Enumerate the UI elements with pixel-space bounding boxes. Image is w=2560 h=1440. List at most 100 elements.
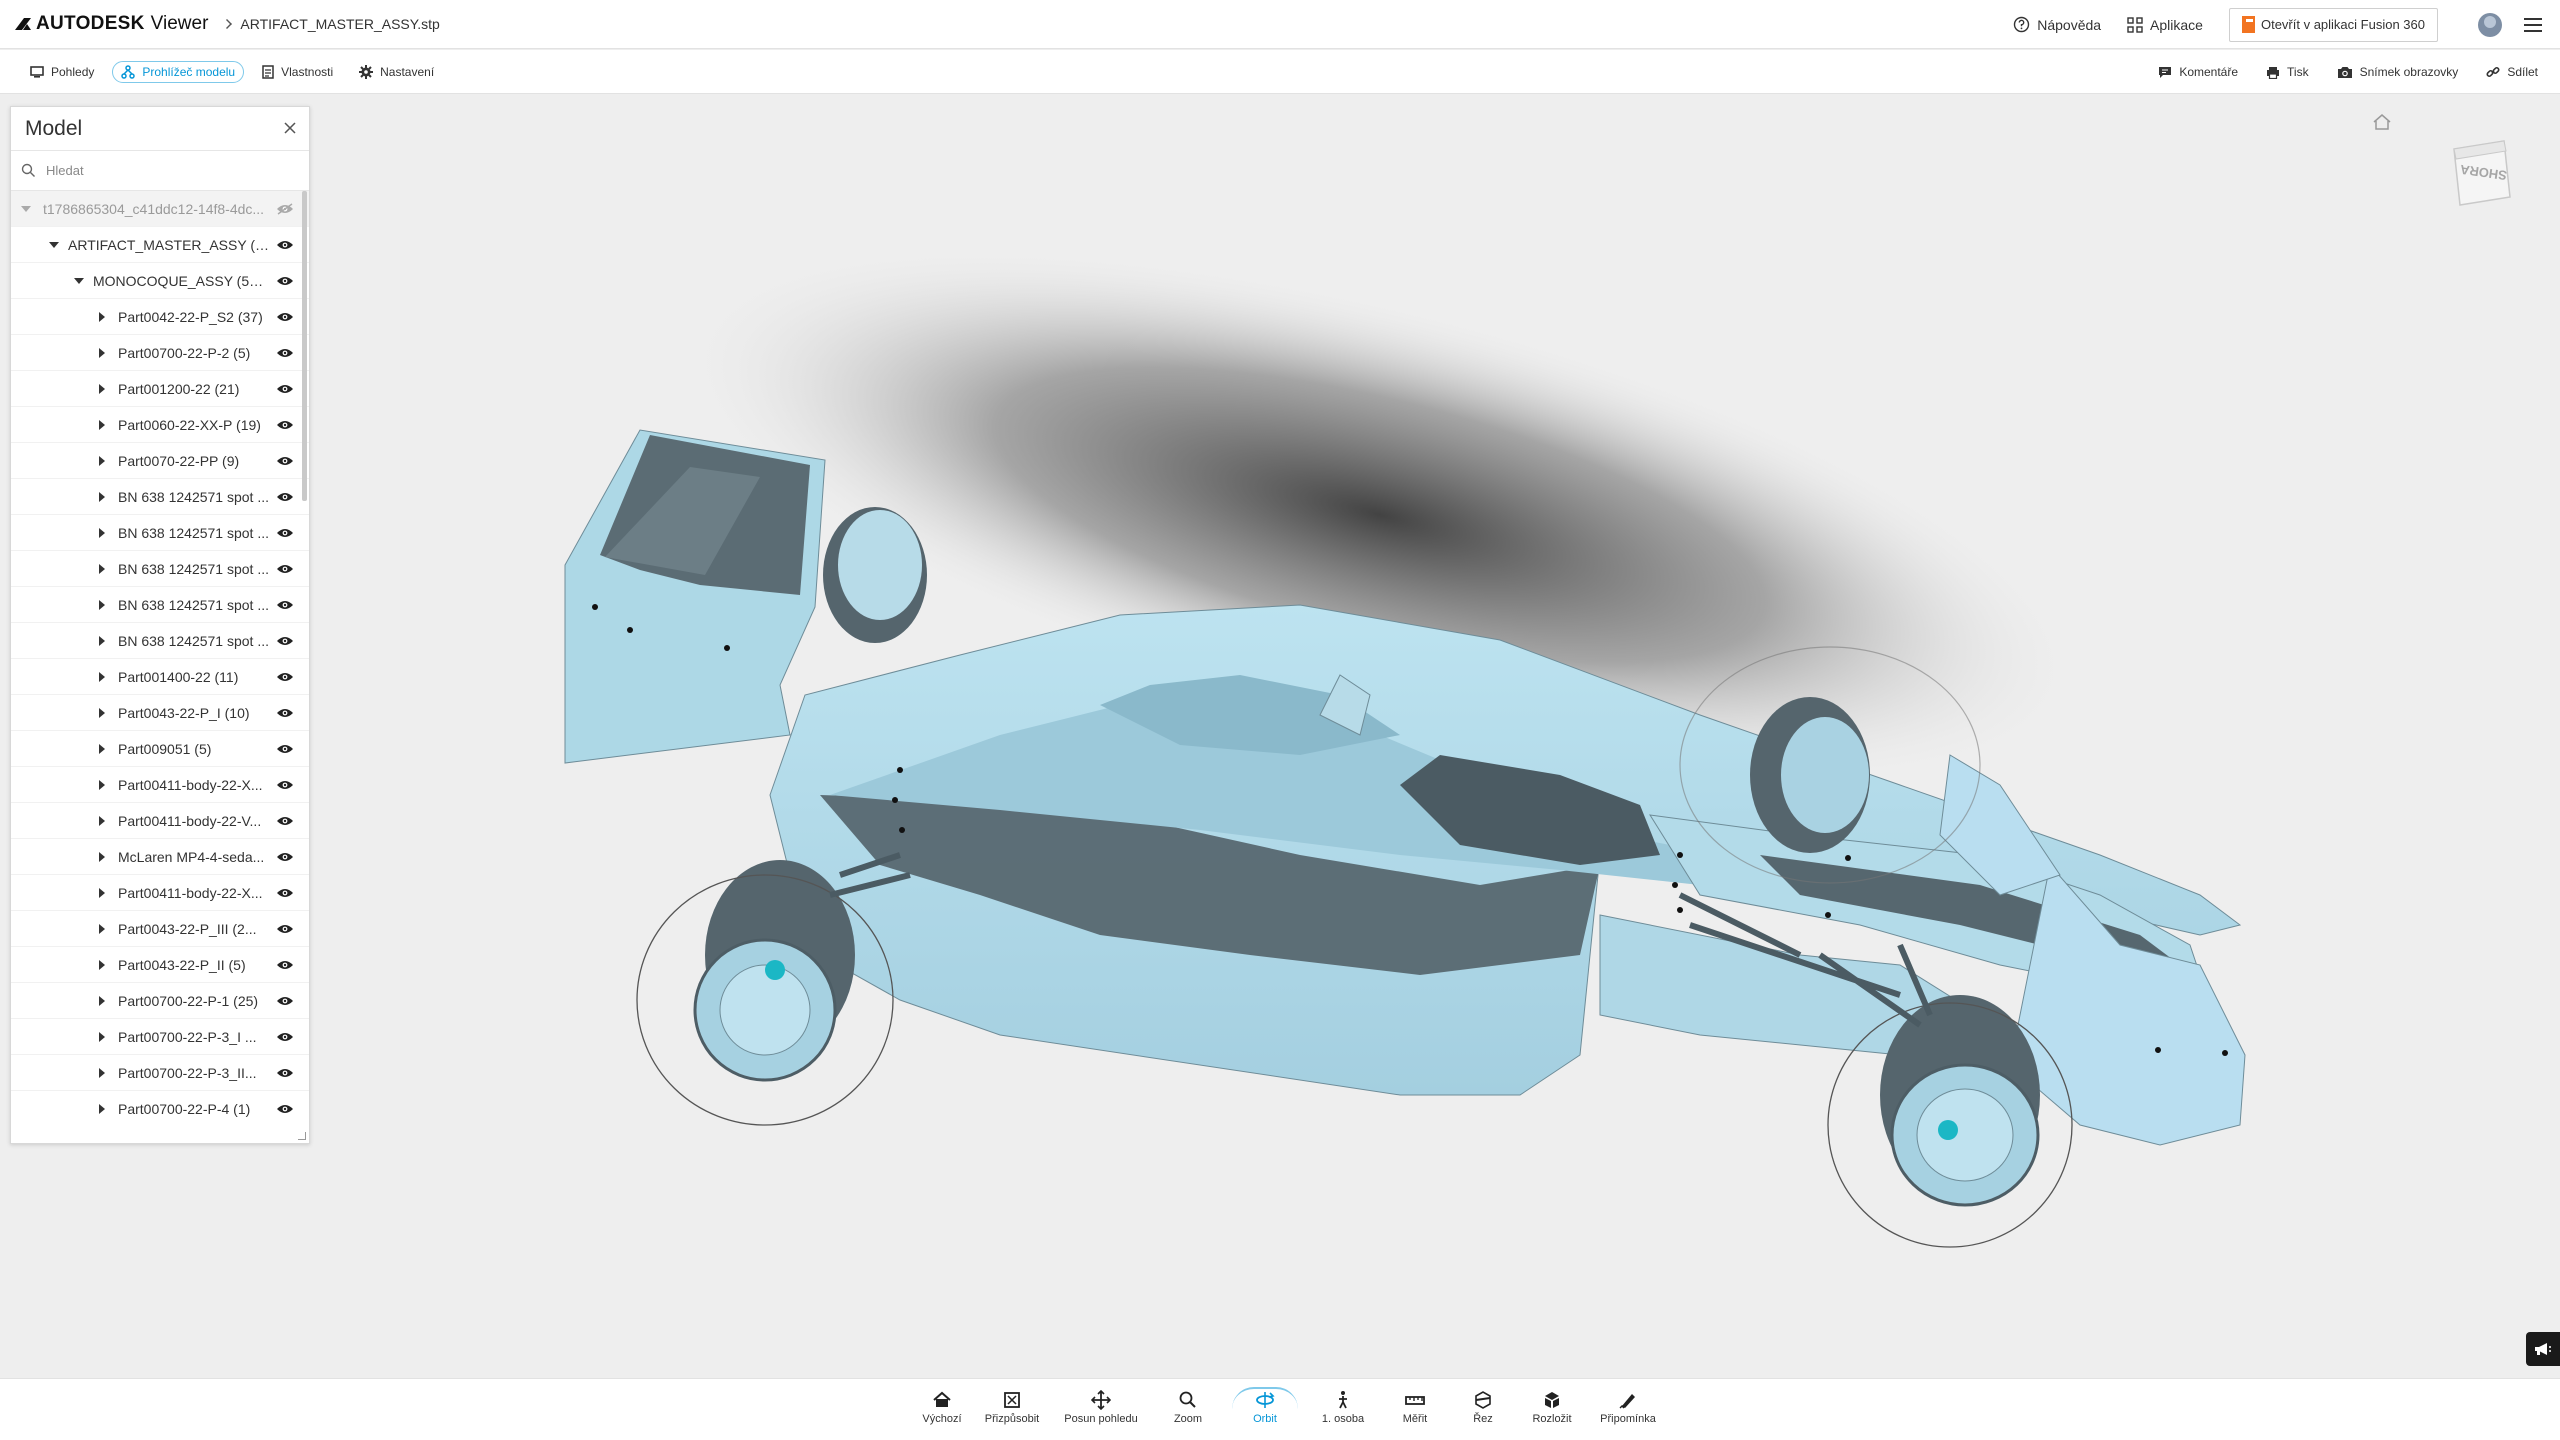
caret-right-icon[interactable] <box>99 636 105 646</box>
tree-row[interactable]: McLaren MP4-4-seda... <box>11 839 309 875</box>
caret-right-icon[interactable] <box>99 744 105 754</box>
views-button[interactable]: Pohledy <box>22 61 102 83</box>
eye-icon[interactable] <box>276 275 294 287</box>
hamburger-menu-icon[interactable] <box>2524 17 2542 32</box>
eye-icon[interactable] <box>276 599 294 611</box>
eye-icon[interactable] <box>276 383 294 395</box>
eye-icon[interactable] <box>276 779 294 791</box>
apps-button[interactable]: Aplikace <box>2127 17 2203 33</box>
caret-right-icon[interactable] <box>99 888 105 898</box>
caret-right-icon[interactable] <box>99 384 105 394</box>
caret-right-icon[interactable] <box>99 780 105 790</box>
caret-right-icon[interactable] <box>99 708 105 718</box>
tree-row[interactable]: Part00700-22-P-3_II... <box>11 1055 309 1091</box>
eye-icon[interactable] <box>276 455 294 467</box>
tree-row[interactable]: BN 638 1242571 spot ... <box>11 587 309 623</box>
panel-resize-handle[interactable] <box>298 1132 306 1140</box>
eye-icon[interactable] <box>276 491 294 503</box>
eye-icon[interactable] <box>276 887 294 899</box>
tree-row[interactable]: Part0043-22-P_I (10) <box>11 695 309 731</box>
eye-icon[interactable] <box>276 851 294 863</box>
caret-right-icon[interactable] <box>99 996 105 1006</box>
tool-measure[interactable]: Měřit <box>1388 1389 1442 1425</box>
close-icon[interactable] <box>283 121 297 135</box>
eye-icon[interactable] <box>276 1031 294 1043</box>
tree-row[interactable]: Part0042-22-P_S2 (37) <box>11 299 309 335</box>
eye-icon[interactable] <box>276 1103 294 1115</box>
viewcube-home-icon[interactable] <box>2372 113 2392 131</box>
tool-markup[interactable]: Připomínka <box>1596 1389 1660 1425</box>
eye-icon[interactable] <box>276 815 294 827</box>
tree-row[interactable]: Part00700-22-P-1 (25) <box>11 983 309 1019</box>
tree-row[interactable]: ARTIFACT_MASTER_ASSY (57... <box>11 227 309 263</box>
model-browser-button[interactable]: Prohlížeč modelu <box>112 60 245 83</box>
tree-row[interactable]: BN 638 1242571 spot ... <box>11 551 309 587</box>
tool-zoom[interactable]: Zoom <box>1160 1389 1216 1425</box>
eye-icon[interactable] <box>276 635 294 647</box>
tool-section[interactable]: Řez <box>1458 1389 1508 1425</box>
caret-right-icon[interactable] <box>99 1104 105 1114</box>
autodesk-logo[interactable]: AUTODESK Viewer <box>14 13 208 35</box>
tree-row[interactable]: BN 638 1242571 spot ... <box>11 515 309 551</box>
tool-explode[interactable]: Rozložit <box>1524 1389 1580 1425</box>
help-button[interactable]: Nápověda <box>2013 16 2101 33</box>
3d-viewport[interactable]: SHORA <box>0 95 2560 1378</box>
tree-row[interactable]: BN 638 1242571 spot ... <box>11 623 309 659</box>
caret-right-icon[interactable] <box>99 528 105 538</box>
caret-right-icon[interactable] <box>99 816 105 826</box>
caret-right-icon[interactable] <box>99 312 105 322</box>
eye-icon[interactable] <box>276 347 294 359</box>
announcement-button[interactable] <box>2526 1332 2560 1366</box>
tree-row[interactable]: Part00411-body-22-V... <box>11 803 309 839</box>
tool-home[interactable]: Výchozí <box>918 1389 966 1425</box>
tree-row[interactable]: MONOCOQUE_ASSY (563) <box>11 263 309 299</box>
eye-icon[interactable] <box>276 1067 294 1079</box>
avatar[interactable] <box>2478 12 2502 37</box>
search-input[interactable] <box>46 163 286 178</box>
eye-icon[interactable] <box>276 527 294 539</box>
eye-icon[interactable] <box>276 959 294 971</box>
eye-icon[interactable] <box>276 671 294 683</box>
share-button[interactable]: Sdílet <box>2478 61 2546 83</box>
viewcube[interactable]: SHORA <box>2448 137 2514 209</box>
tool-pan[interactable]: Posun pohledu <box>1058 1389 1144 1425</box>
eye-icon[interactable] <box>276 311 294 323</box>
caret-right-icon[interactable] <box>99 600 105 610</box>
eye-icon[interactable] <box>276 563 294 575</box>
caret-right-icon[interactable] <box>99 492 105 502</box>
caret-right-icon[interactable] <box>99 420 105 430</box>
tree-row[interactable]: Part009051 (5) <box>11 731 309 767</box>
tree-row[interactable]: Part00700-22-P-4 (1) <box>11 1091 309 1126</box>
caret-down-icon[interactable] <box>49 242 59 248</box>
tree-row[interactable]: BN 638 1242571 spot ... <box>11 479 309 515</box>
print-button[interactable]: Tisk <box>2258 61 2317 83</box>
caret-right-icon[interactable] <box>99 1068 105 1078</box>
eye-icon[interactable] <box>276 923 294 935</box>
tree-row[interactable]: Part00411-body-22-X... <box>11 875 309 911</box>
caret-right-icon[interactable] <box>99 348 105 358</box>
tool-fit[interactable]: Přizpůsobit <box>982 1389 1042 1425</box>
caret-right-icon[interactable] <box>99 456 105 466</box>
tree-row[interactable]: Part00700-22-P-3_I ... <box>11 1019 309 1055</box>
caret-right-icon[interactable] <box>99 960 105 970</box>
open-in-fusion-button[interactable]: Otevřít v aplikaci Fusion 360 <box>2228 7 2438 42</box>
tree-row[interactable]: Part0043-22-P_II (5) <box>11 947 309 983</box>
caret-down-icon[interactable] <box>74 278 84 284</box>
caret-right-icon[interactable] <box>99 852 105 862</box>
comments-button[interactable]: Komentáře <box>2150 61 2246 83</box>
caret-right-icon[interactable] <box>99 564 105 574</box>
tree-row[interactable]: Part0060-22-XX-P (19) <box>11 407 309 443</box>
eye-icon[interactable] <box>276 707 294 719</box>
tool-first-person[interactable]: 1. osoba <box>1314 1389 1372 1425</box>
document-name[interactable]: ARTIFACT_MASTER_ASSY.stp <box>240 16 439 32</box>
tree-row[interactable]: Part00411-body-22-X... <box>11 767 309 803</box>
eye-hidden-icon[interactable] <box>276 203 294 215</box>
tree-row[interactable]: Part0070-22-PP (9) <box>11 443 309 479</box>
caret-down-icon[interactable] <box>21 206 31 212</box>
eye-icon[interactable] <box>276 419 294 431</box>
tree-scrollbar[interactable] <box>302 191 307 501</box>
tree-row[interactable]: Part0043-22-P_III (2... <box>11 911 309 947</box>
eye-icon[interactable] <box>276 995 294 1007</box>
caret-right-icon[interactable] <box>99 672 105 682</box>
caret-right-icon[interactable] <box>99 1032 105 1042</box>
